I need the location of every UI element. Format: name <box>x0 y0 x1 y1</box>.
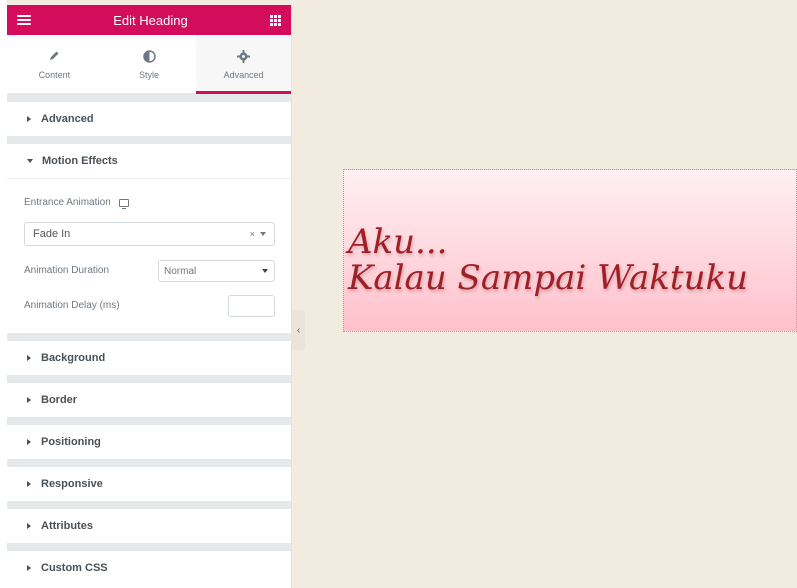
chevron-down-icon <box>262 269 268 273</box>
caret-right-icon <box>27 439 31 445</box>
tab-advanced[interactable]: Advanced <box>196 35 291 94</box>
caret-right-icon <box>27 116 31 122</box>
caret-right-icon <box>27 523 31 529</box>
section-divider <box>7 501 291 509</box>
gear-icon <box>237 48 251 64</box>
menu-icon[interactable] <box>17 15 31 25</box>
caret-right-icon <box>27 355 31 361</box>
collapse-panel-button[interactable]: ‹ <box>292 310 305 350</box>
heading-line-2: Kalau Sampai Waktuku <box>348 258 748 298</box>
section-divider <box>7 333 291 341</box>
heading-widget[interactable]: Aku... Kalau Sampai Waktuku <box>343 169 797 332</box>
section-divider <box>7 136 291 144</box>
section-border[interactable]: Border <box>7 383 291 417</box>
animation-delay-input[interactable] <box>228 295 275 317</box>
section-divider <box>7 94 291 102</box>
chevron-left-icon: ‹ <box>296 324 301 336</box>
chevron-down-icon <box>260 232 266 236</box>
animation-duration-label: Animation Duration <box>24 265 110 276</box>
section-attributes-label: Attributes <box>41 520 93 532</box>
section-attributes[interactable]: Attributes <box>7 509 291 543</box>
section-background[interactable]: Background <box>7 341 291 375</box>
clear-icon[interactable]: × <box>250 229 255 239</box>
half-circle-icon <box>142 48 156 64</box>
tab-content[interactable]: Content <box>7 35 102 93</box>
section-positioning-label: Positioning <box>41 436 101 448</box>
editor-panel: Edit Heading Content Style Advanced Adva <box>7 5 292 588</box>
panel-tabs: Content Style Advanced <box>7 35 291 94</box>
animation-duration-select[interactable]: Normal <box>158 260 275 282</box>
tab-style-label: Style <box>139 70 160 80</box>
caret-right-icon <box>27 397 31 403</box>
motion-effects-controls: Entrance Animation Fade In × Animation D… <box>7 178 291 333</box>
section-custom-css[interactable]: Custom CSS <box>7 551 291 585</box>
entrance-animation-value: Fade In <box>33 228 71 240</box>
section-motion-effects-label: Motion Effects <box>42 155 118 167</box>
animation-delay-label: Animation Delay (ms) <box>24 300 120 311</box>
caret-right-icon <box>27 565 31 571</box>
tab-content-label: Content <box>38 70 71 80</box>
section-border-label: Border <box>41 394 78 406</box>
tab-advanced-label: Advanced <box>223 70 264 80</box>
section-divider <box>7 459 291 467</box>
panel-title: Edit Heading <box>113 12 188 28</box>
tab-style[interactable]: Style <box>102 35 197 93</box>
section-divider <box>7 543 291 551</box>
panel-header: Edit Heading <box>7 5 291 35</box>
desktop-monitor-icon[interactable] <box>118 198 129 209</box>
pencil-icon <box>48 48 60 64</box>
section-motion-effects[interactable]: Motion Effects <box>7 144 291 178</box>
section-advanced-label: Advanced <box>41 113 94 125</box>
section-advanced[interactable]: Advanced <box>7 102 291 136</box>
caret-right-icon <box>27 481 31 487</box>
caret-down-icon <box>27 159 33 163</box>
section-background-label: Background <box>41 352 106 364</box>
section-custom-css-label: Custom CSS <box>41 562 108 574</box>
widgets-grid-icon[interactable] <box>269 14 281 26</box>
window-edge <box>0 0 7 588</box>
entrance-animation-label-text: Entrance Animation <box>24 197 111 208</box>
entrance-animation-label: Entrance Animation <box>24 197 129 209</box>
heading-line-1: Aku... <box>348 222 448 262</box>
section-positioning[interactable]: Positioning <box>7 425 291 459</box>
entrance-animation-select[interactable]: Fade In × <box>24 222 275 246</box>
section-divider <box>7 417 291 425</box>
animation-duration-value: Normal <box>164 265 197 277</box>
section-responsive-label: Responsive <box>41 478 103 490</box>
section-divider <box>7 375 291 383</box>
section-responsive[interactable]: Responsive <box>7 467 291 501</box>
